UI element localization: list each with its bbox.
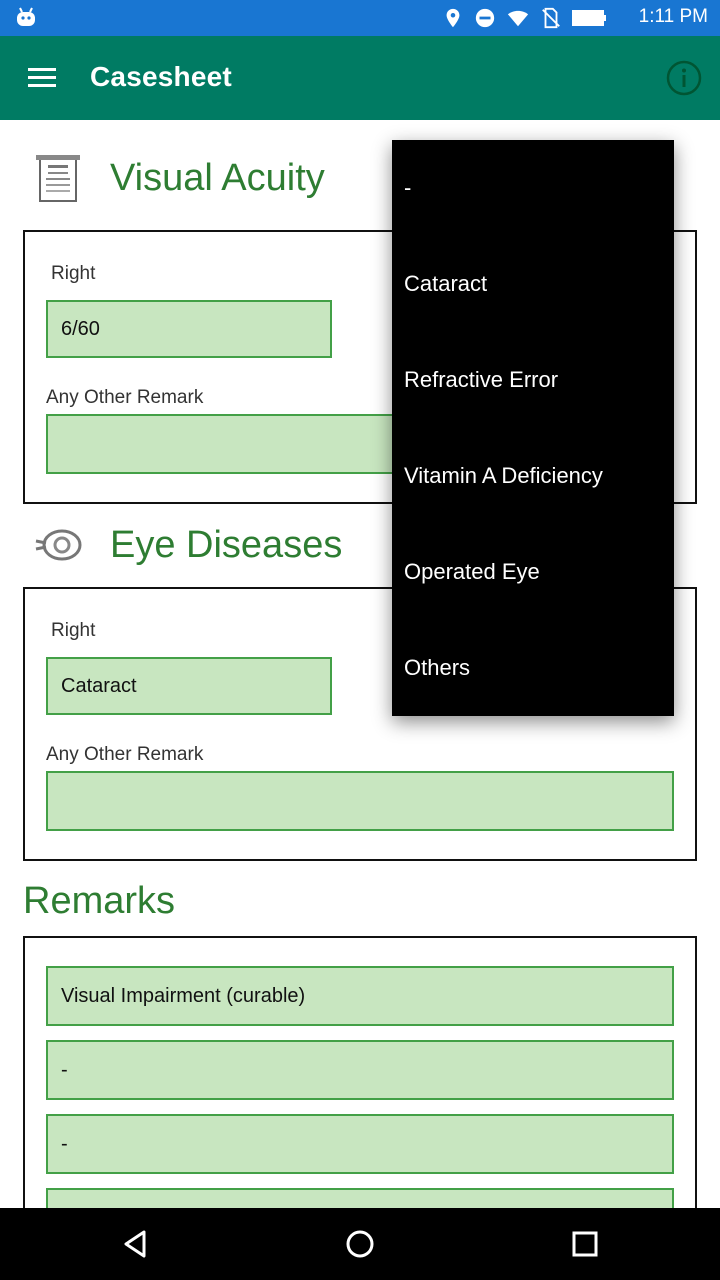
- app-bar: Casesheet: [0, 36, 720, 120]
- dropdown-option[interactable]: Refractive Error: [392, 332, 674, 428]
- ed-remark-field[interactable]: [46, 771, 674, 831]
- ed-right-select[interactable]: Cataract: [46, 657, 332, 715]
- visual-acuity-title: Visual Acuity: [110, 156, 325, 199]
- eye-diseases-heading: Eye Diseases: [34, 523, 342, 567]
- status-time: 1:11 PM: [638, 6, 708, 27]
- remarks-heading: Remarks: [23, 880, 175, 923]
- dropdown-option[interactable]: Vitamin A Deficiency: [392, 428, 674, 524]
- eye-icon: [35, 529, 82, 561]
- back-icon[interactable]: [118, 1226, 154, 1262]
- va-remark-label: Any Other Remark: [46, 387, 204, 408]
- info-icon[interactable]: [664, 58, 704, 98]
- remark-field-4[interactable]: [46, 1188, 674, 1208]
- remark-field-1[interactable]: Visual Impairment (curable): [46, 966, 674, 1026]
- android-debug-icon: [17, 7, 35, 26]
- app-title: Casesheet: [90, 61, 232, 92]
- remarks-card: Visual Impairment (curable) - -: [23, 936, 697, 1208]
- no-sim-icon: [542, 7, 560, 29]
- dropdown-option[interactable]: Operated Eye: [392, 524, 674, 620]
- remark-field-2[interactable]: -: [46, 1040, 674, 1100]
- wifi-icon: [507, 10, 529, 27]
- do-not-disturb-icon: [475, 8, 495, 28]
- eye-diseases-title: Eye Diseases: [110, 523, 343, 566]
- va-right-label: Right: [51, 263, 96, 284]
- dropdown-option[interactable]: Others: [392, 620, 674, 716]
- battery-icon: [572, 10, 606, 26]
- eye-chart-icon: [36, 155, 80, 202]
- remarks-title: Remarks: [23, 880, 176, 922]
- recents-icon[interactable]: [567, 1226, 603, 1262]
- remark-field-3[interactable]: -: [46, 1114, 674, 1174]
- eye-disease-dropdown[interactable]: - Cataract Refractive Error Vitamin A De…: [392, 140, 674, 716]
- status-bar: 1:11 PM: [0, 0, 720, 36]
- navigation-bar: [0, 1208, 720, 1280]
- menu-icon[interactable]: [22, 62, 62, 94]
- ed-remark-label: Any Other Remark: [46, 744, 204, 765]
- va-right-select[interactable]: 6/60: [46, 300, 332, 358]
- location-icon: [446, 8, 460, 28]
- visual-acuity-heading: Visual Acuity: [34, 153, 325, 203]
- dropdown-option[interactable]: -: [392, 140, 674, 236]
- home-icon[interactable]: [342, 1226, 378, 1262]
- dropdown-option[interactable]: Cataract: [392, 236, 674, 332]
- ed-right-label: Right: [51, 620, 96, 641]
